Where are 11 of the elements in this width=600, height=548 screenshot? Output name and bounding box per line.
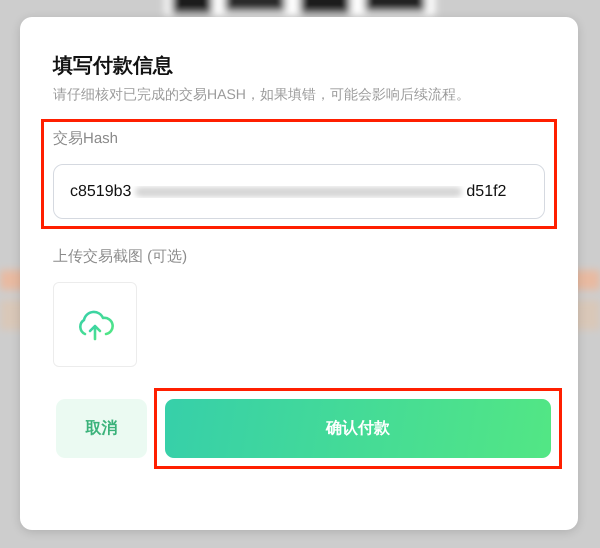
cancel-button[interactable]: 取消 [56, 399, 147, 458]
hash-field[interactable]: c8519b3 d51f2 [53, 164, 545, 219]
hash-value-end: d51f2 [466, 182, 506, 202]
upload-box[interactable] [53, 282, 137, 367]
dialog-description: 请仔细核对已完成的交易HASH，如果填错，可能会影响后续流程。 [53, 85, 471, 104]
hash-value-start: c8519b3 [70, 182, 132, 202]
field-label: 交易Hash [53, 129, 118, 149]
upload-label: 上传交易截图 (可选) [53, 247, 188, 267]
cloud-upload-icon [76, 308, 114, 340]
confirm-button[interactable]: 确认付款 [165, 399, 551, 458]
dialog-title: 填写付款信息 [53, 54, 174, 79]
